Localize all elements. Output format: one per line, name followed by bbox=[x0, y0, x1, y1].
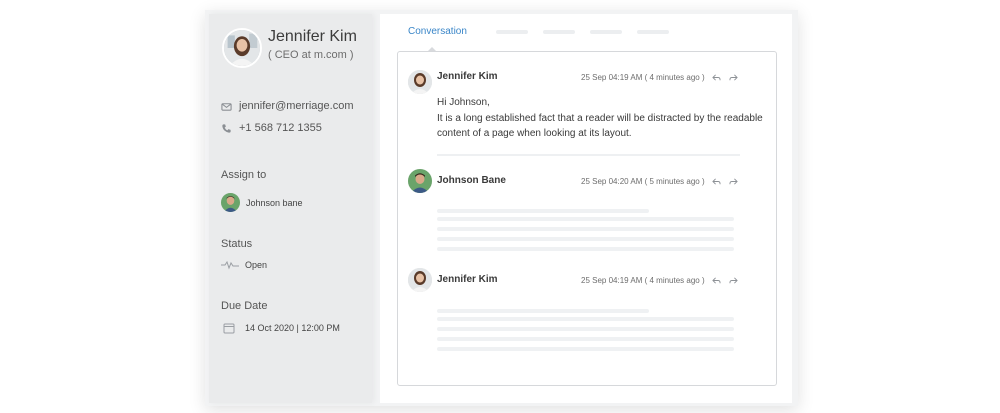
message-author: Jennifer Kim bbox=[437, 274, 498, 285]
reply-icon[interactable] bbox=[712, 73, 721, 82]
forward-icon[interactable] bbox=[729, 276, 738, 285]
due-label: Due Date bbox=[221, 300, 268, 312]
phone-text[interactable]: +1 568 712 1355 bbox=[239, 122, 322, 134]
mail-icon bbox=[221, 102, 232, 111]
due-row[interactable]: 14 Oct 2020 | 12:00 PM bbox=[221, 322, 340, 334]
profile-sidebar: Jennifer Kim ( CEO at m.com ) jennifer@m… bbox=[209, 14, 372, 403]
message-actions bbox=[712, 177, 738, 186]
forward-icon[interactable] bbox=[729, 177, 738, 186]
message-avatar bbox=[408, 169, 432, 193]
email-row[interactable]: jennifer@merriage.com bbox=[221, 100, 354, 112]
message-thread: Jennifer Kim 25 Sep 04:19 AM ( 4 minutes… bbox=[397, 51, 777, 386]
message-divider bbox=[437, 154, 740, 156]
status-row[interactable]: Open bbox=[221, 260, 267, 270]
conversation-panel: Conversation Jennifer Kim 25 Sep 04:19 A… bbox=[380, 14, 792, 403]
forward-icon[interactable] bbox=[729, 73, 738, 82]
message-timestamp: 25 Sep 04:19 AM ( 4 minutes ago ) bbox=[581, 276, 705, 285]
status-label: Status bbox=[221, 238, 253, 250]
phone-row[interactable]: +1 568 712 1355 bbox=[221, 122, 322, 134]
message-actions bbox=[712, 73, 738, 82]
assignee-row[interactable]: Johnson bane bbox=[221, 193, 303, 212]
message-placeholder-line bbox=[437, 209, 649, 213]
tab-placeholder[interactable] bbox=[496, 30, 528, 34]
tab-conversation[interactable]: Conversation bbox=[408, 26, 467, 37]
tab-placeholder[interactable] bbox=[543, 30, 575, 34]
message-body: Hi Johnson, It is a long established fac… bbox=[437, 95, 772, 142]
due-value[interactable]: 14 Oct 2020 | 12:00 PM bbox=[245, 323, 340, 333]
phone-icon bbox=[222, 123, 231, 133]
profile-name: Jennifer Kim bbox=[268, 28, 357, 45]
tab-placeholder[interactable] bbox=[590, 30, 622, 34]
message-avatar bbox=[408, 70, 432, 94]
calendar-icon bbox=[223, 323, 235, 334]
reply-icon[interactable] bbox=[712, 177, 721, 186]
message-author: Johnson Bane bbox=[437, 175, 506, 186]
message-actions bbox=[712, 276, 738, 285]
profile-title: ( CEO at m.com ) bbox=[268, 49, 354, 61]
message-timestamp: 25 Sep 04:19 AM ( 4 minutes ago ) bbox=[581, 73, 705, 82]
message-placeholder-line bbox=[437, 327, 734, 331]
message-placeholder-line bbox=[437, 237, 734, 241]
message-line: Hi Johnson, bbox=[437, 97, 490, 108]
activity-icon bbox=[221, 260, 239, 270]
message-timestamp: 25 Sep 04:20 AM ( 5 minutes ago ) bbox=[581, 177, 705, 186]
message-placeholder-line bbox=[437, 317, 734, 321]
message-placeholder-line bbox=[437, 309, 649, 313]
message-line: It is a long established fact that a rea… bbox=[437, 112, 763, 124]
email-text[interactable]: jennifer@merriage.com bbox=[239, 100, 354, 112]
message-placeholder-line bbox=[437, 227, 734, 231]
status-value[interactable]: Open bbox=[245, 260, 267, 270]
profile-avatar[interactable] bbox=[222, 28, 262, 68]
reply-icon[interactable] bbox=[712, 276, 721, 285]
message-placeholder-line bbox=[437, 247, 734, 251]
message-avatar bbox=[408, 268, 432, 292]
assign-label: Assign to bbox=[221, 169, 267, 181]
assignee-avatar bbox=[221, 193, 240, 212]
message-author: Jennifer Kim bbox=[437, 71, 498, 82]
message-placeholder-line bbox=[437, 347, 734, 351]
tab-placeholder[interactable] bbox=[637, 30, 669, 34]
assignee-name[interactable]: Johnson bane bbox=[246, 198, 303, 208]
message-placeholder-line bbox=[437, 217, 734, 221]
message-line: content of a page when looking at its la… bbox=[437, 128, 632, 139]
message-placeholder-line bbox=[437, 337, 734, 341]
